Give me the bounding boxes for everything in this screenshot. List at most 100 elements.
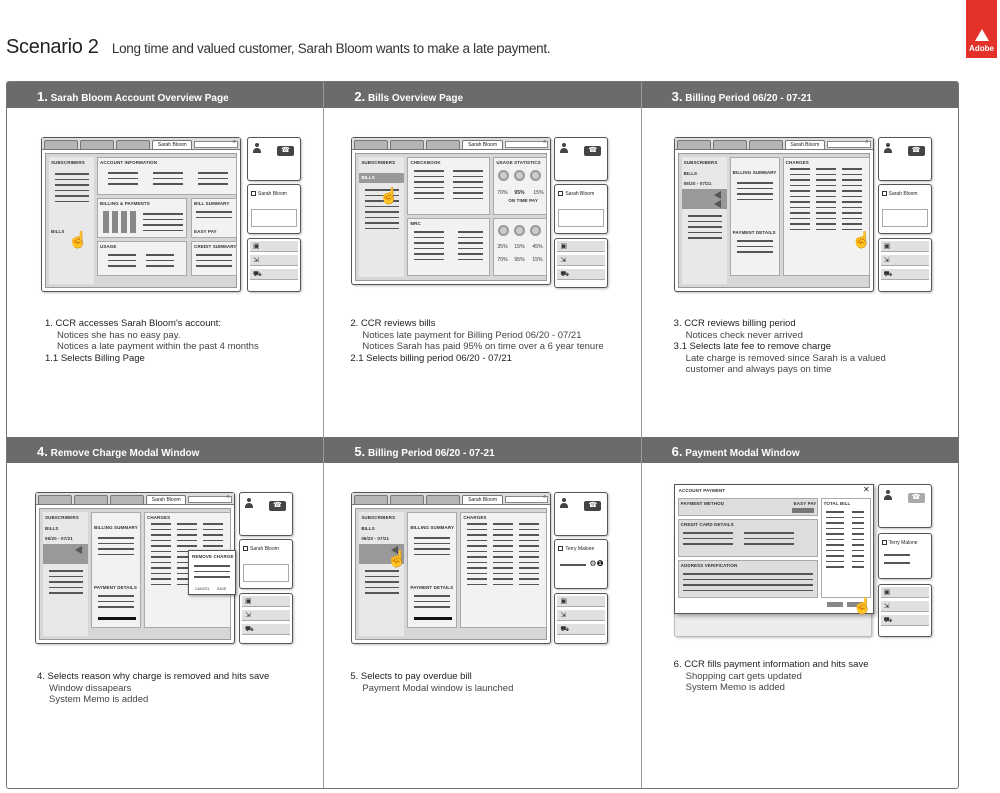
lines [825,511,844,572]
sw-row: ▣ [880,241,929,252]
side-widget: Terry Malone [877,533,932,579]
side-widget: ☎ [877,484,932,528]
cancel-button[interactable]: CANCEL [195,587,210,591]
phone-icon: ☎ [584,501,602,511]
sw-row: ⛟ [242,624,290,635]
mini-label: PAYMENT DETAILS [94,585,137,590]
note: Notices check never arrived [685,329,803,341]
sw-row: ⇲ [557,610,606,621]
wireframe-element [881,209,928,227]
step-cell-1: 1. Sarah Bloom Account Overview Page Sar… [7,82,325,437]
step-description: 6. CCR fills payment information and hit… [674,659,869,694]
wireframe-element: Terry Malone [881,540,918,546]
step-cell-5: 5. Billing Period 06/20 - 07-21 Sarah Bl… [324,437,642,788]
checkbox [251,191,256,197]
lines [815,168,836,234]
search-icon [188,494,232,503]
sw-row: ▣ [880,587,929,598]
wireframe-element [883,562,910,564]
wireframe-element: Terry Malone [558,546,594,552]
mini-label: 06/20 - 07/21 [361,536,390,541]
hand-cursor-icon: ☝ [387,551,408,568]
note: Window dissapears [49,682,132,694]
mini-label: CHARGES [785,160,809,165]
wireframe-element: Sarah Bloom [558,191,594,197]
sw-row: ⛟ [557,624,606,635]
note: customer and always pays on time [685,364,832,375]
sw-row: ⇲ [880,255,929,266]
step-number: 3. [671,89,683,104]
side-widget: Sarah Bloom [877,184,932,234]
step-number: 6. [671,444,683,459]
arrow-tag [713,191,721,199]
mock-main: Sarah Bloom SUBSCRIBERS BILLS 06/20 - 07… [35,492,236,644]
circle [530,225,542,236]
step-title: Sarah Bloom Account Overview Page [50,93,229,104]
circle [498,225,510,236]
mini-label: 06/20 - 07/21 [45,536,73,541]
phone-icon: ☎ [269,501,286,511]
sw-row: ▣ [250,241,298,252]
sw-row: ⛟ [880,269,929,280]
lines [98,537,134,559]
mini-label: SUBSCRIBERS [361,160,396,165]
adobe-logo-text: Adobe [969,44,994,53]
wireframe-element [414,617,453,620]
lines [151,523,171,589]
step-description: 2. CCR reviews bills Notices late paymen… [350,318,603,364]
mini-label: BILL SUMMARY [194,201,230,206]
mock-body: SUBSCRIBERS BILLS ☝ CHECKBOOK USAGE STAT… [355,153,548,281]
save-button[interactable]: SAVE [217,587,226,591]
side-widget: ▣ ⇲ ⛟ [554,238,609,288]
note: Notices a late payment within the past 4… [57,341,259,352]
note: System Memo is added [685,682,785,693]
step-cell-2: 2. Bills Overview Page Sarah Bloom SUBSC… [324,82,642,437]
mini-label: BILLS [51,229,65,234]
side-widget: Sarah Bloom [239,539,293,589]
arrow-tag [713,200,721,208]
wireframe-element [112,211,118,233]
side-widget: ☎ [877,137,932,181]
sw-row: ⇲ [557,255,606,266]
tab [390,495,425,504]
step-title: Billing Period 06/20 - 07-21 [685,93,812,104]
mock-body: SUBSCRIBERS BILLS 06/20 - 07/21 BILLING … [677,153,872,288]
lines [108,254,136,271]
mini-label: BILLS [361,175,375,180]
mock-main: Sarah Bloom SUBSCRIBERS BILLS 06/20 - 07… [673,137,874,292]
cancel-button[interactable] [826,602,843,607]
lines [493,523,514,589]
phone-icon: ☎ [277,146,294,156]
step-header: 3. Billing Period 06/20 - 07-21 [641,82,958,108]
lines [743,532,794,549]
mock-tab-customer: Sarah Bloom [152,140,193,149]
mini-label: PAYMENT METHOD [680,501,725,506]
arrow-tag [75,546,82,554]
panel: MRC [407,218,491,276]
tab [354,140,389,149]
side-widget: ☎ [239,492,293,536]
mini-label: REMOVE CHARGE [192,554,234,559]
person-icon [883,490,892,500]
mini-label: USAGE [100,244,117,249]
phone-icon: ☎ [907,146,925,156]
side-widget: ▣ ⇲ ⛟ [877,584,932,637]
close-icon[interactable]: ✕ [863,485,870,494]
circle [514,225,526,236]
lines [196,211,232,222]
lines [198,172,228,189]
mock-tabs: Sarah Bloom [674,138,873,150]
wireframe-element: 1. CCR accesses Sarah Bloom's account: [45,318,222,329]
lines [196,254,232,271]
step-title: Payment Modal Window [685,448,800,459]
mock-side: SUBSCRIBERS BILLS 06/20 - 07/21 [43,512,88,636]
panel: USAGE [97,241,187,276]
lines [98,595,134,612]
step-header: 2. Bills Overview Page [324,82,641,108]
note: Notices late payment for Billing Period … [362,329,582,341]
hand-cursor-icon: ☝ [851,232,872,249]
mini-label: BILLING & PAYMENTS [100,201,150,206]
tab [74,495,108,504]
wireframe-element [98,617,136,620]
tab [390,140,425,149]
